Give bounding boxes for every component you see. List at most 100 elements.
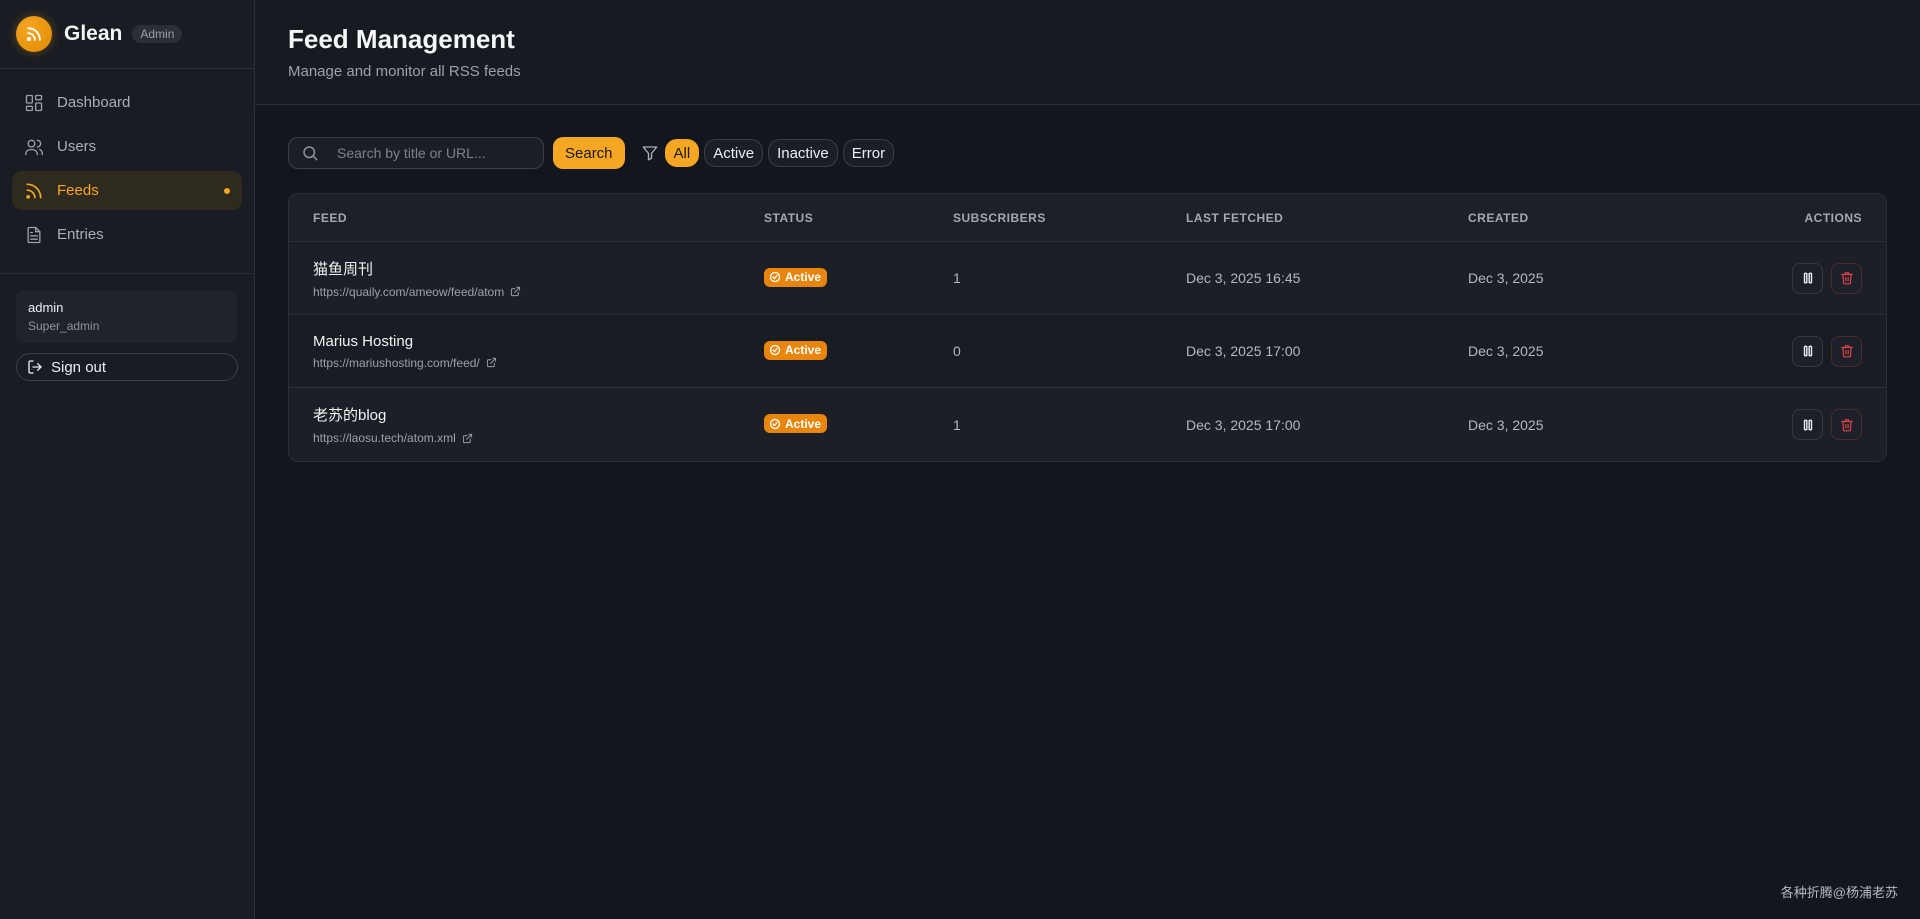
sidebar-item-feeds[interactable]: Feeds: [12, 171, 242, 210]
sidebar-item-label: Entries: [57, 226, 104, 243]
column-header-actions: ACTIONS: [1698, 211, 1886, 225]
feeds-table: FEED STATUS SUBSCRIBERS LAST FETCHED CRE…: [288, 193, 1887, 462]
status-cell: Active: [764, 414, 953, 435]
filter-icon: [642, 146, 657, 161]
actions-cell: [1698, 262, 1886, 294]
actions-cell: [1698, 335, 1886, 367]
sidebar-item-entries[interactable]: Entries: [12, 215, 242, 254]
sign-out-label: Sign out: [51, 358, 107, 376]
actions-cell: [1698, 409, 1886, 440]
admin-badge: Admin: [132, 25, 183, 43]
dashboard-icon: [25, 94, 43, 111]
status-label: Active: [785, 270, 822, 285]
table-row: 猫鱼周刊 https://quaily.com/ameow/feed/atom …: [289, 242, 1886, 315]
feed-url-link[interactable]: https://laosu.tech/atom.xml: [313, 431, 764, 445]
feed-url: https://quaily.com/ameow/feed/atom: [313, 284, 505, 299]
actions-header-label: ACTIONS: [1804, 210, 1862, 225]
feed-title: 老苏的blog: [313, 407, 387, 424]
page-header: Feed Management Manage and monitor all R…: [255, 0, 1920, 105]
status-cell: Active: [764, 267, 953, 289]
sidebar-item-dashboard[interactable]: Dashboard: [12, 83, 242, 122]
logout-icon: [28, 360, 42, 374]
pause-icon: [1803, 345, 1812, 357]
search-icon: [303, 146, 318, 161]
column-header-feed[interactable]: FEED: [289, 211, 764, 225]
users-icon: [25, 139, 43, 155]
sidebar: Glean Admin Dashboard Users Feeds Entrie…: [0, 0, 255, 919]
feed-url-link[interactable]: https://mariushosting.com/feed/: [313, 356, 764, 370]
trash-icon: [1840, 418, 1853, 431]
status-badge: Active: [764, 414, 828, 434]
filter-active[interactable]: Active: [704, 139, 764, 167]
pause-icon: [1803, 419, 1812, 430]
subscribers-count: 1: [953, 416, 961, 433]
trash-icon: [1840, 272, 1853, 285]
pause-icon: [1803, 272, 1812, 284]
filter-all[interactable]: All: [664, 139, 700, 167]
status-badge: Active: [764, 267, 828, 287]
feed-url-link[interactable]: https://quaily.com/ameow/feed/atom: [313, 285, 764, 299]
brand-name: Glean: [64, 22, 123, 45]
last-fetched: Dec 3, 2025 17:00: [1186, 343, 1301, 359]
status-badge: Active: [764, 340, 828, 360]
created-date: Dec 3, 2025: [1468, 416, 1544, 433]
status-label: Active: [785, 343, 822, 358]
created-date: Dec 3, 2025: [1468, 343, 1544, 359]
status-label: Active: [785, 416, 822, 431]
sidebar-item-label: Users: [57, 138, 97, 155]
search-button[interactable]: Search: [553, 137, 625, 169]
document-icon: [27, 226, 41, 243]
user-name: admin: [28, 300, 64, 315]
delete-button[interactable]: [1831, 262, 1862, 294]
check-circle-icon: [769, 418, 781, 429]
toolbar: Search All Active Inactive Error: [255, 137, 1920, 169]
pause-button[interactable]: [1792, 409, 1823, 440]
main-content: Feed Management Manage and monitor all R…: [255, 0, 1920, 919]
delete-button[interactable]: [1831, 335, 1862, 367]
rss-logo-icon[interactable]: [16, 16, 52, 52]
column-header-subscribers[interactable]: SUBSCRIBERS: [953, 211, 1186, 225]
user-card: admin Super_admin: [16, 290, 238, 343]
active-indicator-dot: [224, 187, 230, 194]
column-header-status[interactable]: STATUS: [764, 211, 953, 225]
feed-title: 猫鱼周刊: [313, 260, 374, 278]
sidebar-item-users[interactable]: Users: [12, 127, 242, 166]
feed-title: Marius Hosting: [313, 332, 414, 350]
sidebar-item-label: Dashboard: [57, 94, 131, 111]
pause-button[interactable]: [1792, 335, 1823, 367]
column-header-last-fetched[interactable]: LAST FETCHED: [1186, 211, 1468, 225]
check-circle-icon: [769, 345, 781, 356]
sidebar-item-label: Feeds: [57, 182, 99, 199]
external-link-icon[interactable]: [486, 357, 497, 368]
table-header: FEED STATUS SUBSCRIBERS LAST FETCHED CRE…: [289, 194, 1886, 242]
sign-out-button[interactable]: Sign out: [16, 353, 238, 381]
watermark: 各种折腾@杨浦老苏: [1780, 885, 1898, 900]
search-input[interactable]: [337, 145, 527, 161]
column-header-created[interactable]: CREATED: [1468, 211, 1698, 225]
filter-error[interactable]: Error: [842, 139, 895, 167]
pause-button[interactable]: [1792, 262, 1823, 294]
feed-url: https://mariushosting.com/feed/: [313, 355, 480, 370]
feed-url: https://laosu.tech/atom.xml: [313, 431, 456, 445]
subscribers-count: 0: [953, 343, 961, 359]
page-subtitle: Manage and monitor all RSS feeds: [288, 63, 521, 80]
feed-cell: 猫鱼周刊 https://quaily.com/ameow/feed/atom: [289, 258, 764, 299]
app: Glean Admin Dashboard Users Feeds Entrie…: [0, 0, 1920, 919]
external-link-icon[interactable]: [462, 433, 473, 444]
status-cell: Active: [764, 340, 953, 362]
sidebar-nav: Dashboard Users Feeds Entries: [0, 69, 254, 274]
feed-cell: 老苏的blog https://laosu.tech/atom.xml: [289, 404, 764, 445]
delete-button[interactable]: [1831, 409, 1862, 440]
search-box: [288, 137, 544, 169]
feed-cell: Marius Hosting https://mariushosting.com…: [289, 333, 764, 370]
brand: Glean Admin: [0, 0, 254, 69]
subscribers-count: 1: [953, 270, 961, 286]
external-link-icon[interactable]: [510, 286, 521, 297]
table-row: 老苏的blog https://laosu.tech/atom.xml Acti…: [289, 388, 1886, 461]
user-role: Super_admin: [28, 319, 100, 333]
last-fetched: Dec 3, 2025 17:00: [1186, 416, 1301, 433]
last-fetched: Dec 3, 2025 16:45: [1186, 270, 1301, 286]
check-circle-icon: [769, 272, 781, 283]
filter-inactive[interactable]: Inactive: [768, 139, 838, 167]
table-row: Marius Hosting https://mariushosting.com…: [289, 315, 1886, 388]
